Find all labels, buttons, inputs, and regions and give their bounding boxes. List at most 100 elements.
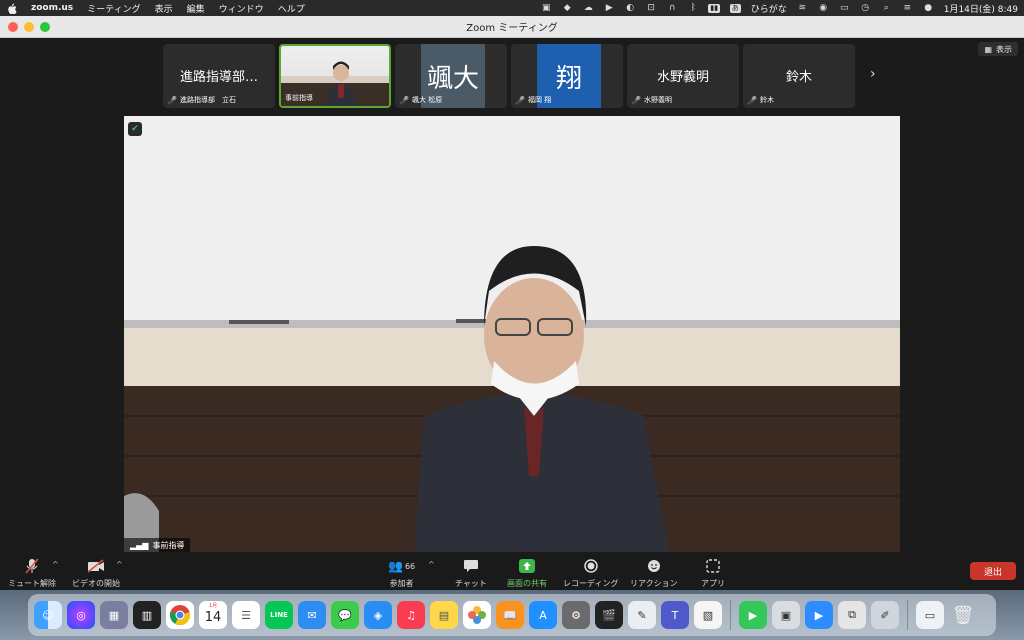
participant-strip: 進路指導部… 🎤̸ 進路指導部 立石 事前指導 颯大 🎤̸ 颯大 松原 翔 🎤̸… <box>163 44 855 108</box>
wifi-icon[interactable]: ≋ <box>797 3 808 14</box>
menu-edit[interactable]: 編集 <box>187 2 205 15</box>
mic-muted-icon <box>25 558 39 574</box>
camera-status-icon[interactable]: ▣ <box>541 3 552 14</box>
dropbox-icon[interactable]: ◆ <box>562 3 573 14</box>
participant-caption: 鈴木 <box>759 96 774 104</box>
unmute-button[interactable]: ミュート解除 <box>8 558 56 589</box>
mic-muted-icon: 🎤̸ <box>167 95 177 105</box>
participant-tile[interactable]: 進路指導部… 🎤̸ 進路指導部 立石 <box>163 44 275 108</box>
participant-tile-active[interactable]: 事前指導 <box>279 44 391 108</box>
leave-meeting-button[interactable]: 退出 <box>970 562 1016 580</box>
chrome-icon[interactable] <box>166 601 194 629</box>
headphones-icon[interactable]: ∩ <box>667 3 678 14</box>
user-icon[interactable]: ◉ <box>818 3 829 14</box>
start-video-button[interactable]: ビデオの開始 <box>72 558 120 589</box>
airplay-icon[interactable]: ▭ <box>839 3 850 14</box>
launchpad-icon[interactable]: ▦ <box>100 601 128 629</box>
chat-button[interactable]: チャット <box>455 558 487 589</box>
mail-icon[interactable]: ✉ <box>298 601 326 629</box>
siri-icon[interactable]: ● <box>923 3 934 14</box>
ime-icon[interactable]: あ <box>729 3 741 14</box>
speaker-name-caption: ▂▄▆ 事前指導 <box>124 538 191 552</box>
notes-icon[interactable]: ▤ <box>430 601 458 629</box>
reactions-label: リアクション <box>630 579 678 588</box>
sync-icon[interactable]: ◐ <box>625 3 636 14</box>
textedit-icon[interactable]: ✎ <box>628 601 656 629</box>
menu-help[interactable]: ヘルプ <box>278 2 305 15</box>
system-preferences-icon[interactable]: ⚙ <box>562 601 590 629</box>
ime-label[interactable]: ひらがな <box>751 2 787 15</box>
chat-icon <box>463 558 479 574</box>
finder-icon[interactable]: ☺ <box>34 601 62 629</box>
time-machine-icon[interactable]: ◷ <box>860 3 871 14</box>
menu-meeting[interactable]: ミーティング <box>87 2 140 15</box>
participant-tile[interactable]: 颯大 🎤̸ 颯大 松原 <box>395 44 507 108</box>
books-icon[interactable]: 📖 <box>496 601 524 629</box>
music-icon[interactable]: ♫ <box>397 601 425 629</box>
screenshot-icon[interactable]: ⧉ <box>838 601 866 629</box>
view-button[interactable]: ▦ 表示 <box>978 42 1018 56</box>
participant-tile[interactable]: 鈴木 🎤̸ 鈴木 <box>743 44 855 108</box>
app-store-icon[interactable]: A <box>529 601 557 629</box>
play-circle-icon[interactable]: ▶ <box>604 3 615 14</box>
battery-icon[interactable]: ▮▮ <box>708 3 721 14</box>
mic-muted-icon: 🎤̸ <box>515 95 525 105</box>
participant-display-name: 水野義明 <box>656 70 709 85</box>
apple-menu-icon[interactable] <box>6 3 17 14</box>
participant-avatar-text: 颯大 <box>426 63 479 94</box>
audio-options-chevron-icon[interactable]: ^ <box>52 560 59 569</box>
signal-strength-icon: ▂▄▆ <box>130 540 149 550</box>
participants-button[interactable]: 👥 66 参加者 <box>388 558 415 589</box>
video-off-icon <box>87 558 105 574</box>
bluetooth-icon[interactable]: ᛒ <box>688 3 699 14</box>
notes-editor-icon[interactable]: ✐ <box>871 601 899 629</box>
menu-window[interactable]: ウィンドウ <box>219 2 264 15</box>
share-screen-button[interactable]: 画面の共有 <box>507 558 547 589</box>
participants-options-chevron-icon[interactable]: ^ <box>428 560 435 569</box>
calendar-icon[interactable]: 1月 14 <box>199 601 227 629</box>
meeting-area: ▦ 表示 進路指導部… 🎤̸ 進路指導部 立石 事前指導 颯大 🎤̸ 颯大 松原… <box>0 38 1024 554</box>
cloud-icon[interactable]: ☁ <box>583 3 594 14</box>
safari-icon[interactable]: ◈ <box>364 601 392 629</box>
video-options-chevron-icon[interactable]: ^ <box>116 560 123 569</box>
close-window-button[interactable] <box>8 22 18 32</box>
apps-icon <box>706 558 720 574</box>
calendar-month: 1月 <box>208 603 218 609</box>
desktop-background: ☺ ◎ ▦ ▥ 1月 14 ☰ LINE ✉ 💬 ◈ ♫ ▤ 📖 A ⚙ 🎬 ✎… <box>0 590 1024 640</box>
photos-icon[interactable] <box>463 601 491 629</box>
menu-datetime[interactable]: 1月14日(金) 8:49 <box>944 2 1018 15</box>
control-center-icon[interactable]: ≡ <box>902 3 913 14</box>
menu-app-name[interactable]: zoom.us <box>31 3 73 13</box>
next-page-chevron-icon[interactable]: › <box>870 66 876 82</box>
reminders-icon[interactable]: ☰ <box>232 601 260 629</box>
record-button[interactable]: レコーディング <box>563 558 618 589</box>
lock-icon[interactable]: ⊡ <box>646 3 657 14</box>
participant-tile[interactable]: 翔 🎤̸ 福岡 翔 <box>511 44 623 108</box>
downloads-stack-icon[interactable]: ▭ <box>916 601 944 629</box>
line-icon-text: LINE <box>270 611 288 619</box>
zoom-icon[interactable]: ▶ <box>805 601 833 629</box>
participant-display-name: 進路指導部… <box>179 70 258 85</box>
siri-icon[interactable]: ◎ <box>67 601 95 629</box>
line-icon[interactable]: LINE <box>265 601 293 629</box>
messages-icon[interactable]: 💬 <box>331 601 359 629</box>
minimize-window-button[interactable] <box>24 22 34 32</box>
teams-icon[interactable]: T <box>661 601 689 629</box>
window-controls <box>8 22 50 32</box>
spotlight-search-icon[interactable]: ⌕ <box>881 3 892 14</box>
participant-caption: 進路指導部 立石 <box>179 96 236 104</box>
security-shield-icon[interactable]: ✔ <box>128 122 142 136</box>
trash-icon[interactable]: 🗑 <box>949 601 977 629</box>
reactions-button[interactable]: リアクション <box>630 558 678 589</box>
participant-tile[interactable]: 水野義明 🎤̸ 水野義明 <box>627 44 739 108</box>
apps-button[interactable]: アプリ <box>701 558 725 589</box>
final-cut-icon[interactable]: 🎬 <box>595 601 623 629</box>
participant-caption: 颯大 松原 <box>411 96 443 104</box>
share-screen-label: 画面の共有 <box>507 579 547 588</box>
zoom-window-button[interactable] <box>40 22 50 32</box>
facetime-icon[interactable]: ▶ <box>739 601 767 629</box>
mission-control-icon[interactable]: ▥ <box>133 601 161 629</box>
menu-view[interactable]: 表示 <box>155 2 173 15</box>
preview-icon[interactable]: ▣ <box>772 601 800 629</box>
document-icon[interactable]: ▧ <box>694 601 722 629</box>
